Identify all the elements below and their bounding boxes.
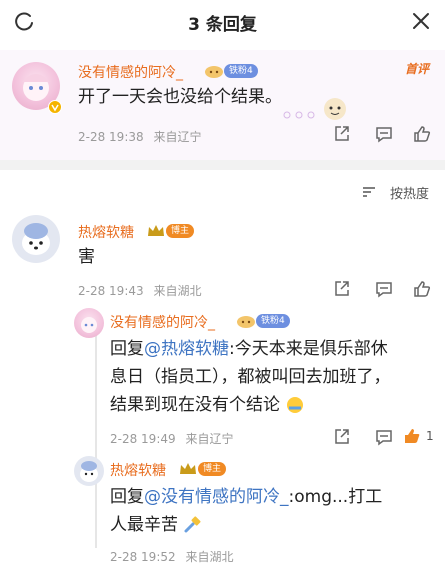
top-comment: 没有情感的阿冷_ 铁粉4 首评 开了一天会也没给个结果。 2-28 19:38 … — [0, 50, 445, 160]
reply-text-line3: 结果到现在没有个结论 — [110, 392, 305, 418]
crown-icon — [180, 463, 196, 474]
time: 2-28 19:38 — [78, 130, 144, 144]
hammer-emoji-icon — [184, 516, 201, 533]
divider — [0, 160, 445, 170]
fan-badge: 铁粉4 — [224, 64, 258, 78]
like-icon[interactable] — [412, 124, 432, 144]
avatar[interactable] — [74, 456, 104, 486]
time: 2-28 19:43 — [78, 284, 144, 298]
thread-line — [95, 320, 97, 548]
comment-icon[interactable] — [374, 124, 394, 144]
comment-text: 开了一天会也没给个结果。 — [78, 87, 282, 107]
like-icon-active[interactable] — [402, 426, 422, 446]
user-name[interactable]: 没有情感的阿冷_ — [78, 62, 183, 82]
location: 来自湖北 — [153, 284, 202, 298]
reply-text-line1: 回复@热熔软糖:今天本来是俱乐部休 — [110, 336, 388, 362]
share-icon[interactable] — [332, 427, 352, 447]
blogger-badge: 博主 — [198, 462, 227, 476]
crown-icon — [148, 225, 164, 236]
sort-button[interactable]: 按热度 — [390, 183, 429, 202]
avatar[interactable] — [74, 308, 104, 338]
sticker-icon — [324, 98, 346, 120]
reply-prefix: 回复 — [110, 339, 144, 359]
page-title: 3 条回复 — [188, 15, 257, 35]
sort-icon[interactable] — [361, 184, 377, 200]
mention-link[interactable]: @没有情感的阿冷_ — [144, 487, 289, 507]
mention-link[interactable]: @热熔软糖 — [144, 339, 229, 359]
fan-crown-icon — [205, 66, 223, 78]
avatar[interactable] — [12, 215, 60, 263]
time: 2-28 19:52 — [110, 550, 176, 564]
like-count: 1 — [426, 429, 434, 443]
comment-icon[interactable] — [374, 427, 394, 447]
decor-dots-icon — [283, 111, 315, 119]
reply-text-line1: 回复@没有情感的阿冷_:omg...打工 — [110, 484, 382, 510]
fan-crown-icon — [237, 316, 255, 328]
reply-time: 2-28 19:49 来自辽宁 — [110, 430, 233, 447]
dog-avatar-icon — [80, 461, 98, 482]
avatar-art-icon — [81, 317, 97, 333]
comment-time: 2-28 19:43 来自湖北 — [78, 282, 201, 299]
comment-icon[interactable] — [374, 279, 394, 299]
blogger-badge: 博主 — [166, 224, 195, 238]
fan-badge: 铁粉4 — [256, 314, 290, 328]
user-name[interactable]: 没有情感的阿冷_ — [110, 312, 215, 332]
dog-avatar-icon — [22, 223, 50, 255]
reply-text-line2: 息日（指员工），都被叫回去加班了， — [110, 367, 391, 387]
share-icon[interactable] — [332, 279, 352, 299]
reply-text: 人最辛苦 — [110, 515, 178, 535]
reply-text-line2: 人最辛苦 — [110, 512, 203, 538]
location: 来自辽宁 — [185, 432, 234, 446]
like-icon[interactable] — [412, 279, 432, 299]
share-icon[interactable] — [332, 124, 352, 144]
first-comment-tag: 首评 — [404, 62, 429, 76]
header: 3 条回复 — [0, 0, 445, 44]
reply-time: 2-28 19:52 来自湖北 — [110, 548, 233, 565]
reply-text: 结果到现在没有个结论 — [110, 395, 280, 415]
user-name[interactable]: 热熔软糖 — [110, 460, 166, 480]
location: 来自辽宁 — [153, 130, 202, 144]
close-icon[interactable] — [409, 9, 433, 33]
time: 2-28 19:49 — [110, 432, 176, 446]
location: 来自湖北 — [185, 550, 234, 564]
reply-prefix: 回复 — [110, 487, 144, 507]
reply-text: :今天本来是俱乐部休 — [229, 339, 388, 359]
comment-time: 2-28 19:38 来自辽宁 — [78, 128, 201, 145]
emoji-icon — [287, 397, 304, 413]
user-name[interactable]: 热熔软糖 — [78, 222, 134, 242]
vip-badge-icon — [48, 100, 62, 114]
comment-text: 害 — [78, 247, 95, 267]
reply-text: :omg...打工 — [288, 487, 383, 507]
